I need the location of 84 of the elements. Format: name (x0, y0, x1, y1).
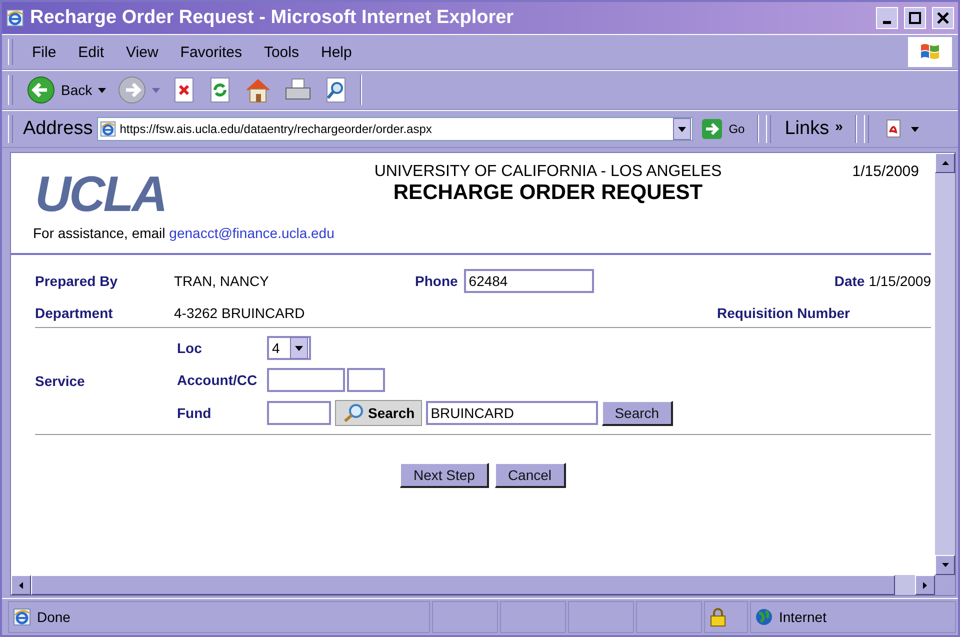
menu-item[interactable]: File (23, 42, 66, 62)
field-label: Date (834, 273, 865, 289)
dropdown-button[interactable] (290, 337, 308, 359)
next-step-button[interactable]: Next Step (400, 463, 489, 488)
field-value: TRAN, NANCY (174, 273, 270, 289)
dropdown-button[interactable] (672, 118, 691, 140)
fund-name-field[interactable]: BRUINCARD (426, 401, 598, 425)
refresh-icon (208, 77, 232, 103)
flag-icon (919, 42, 941, 62)
loc-select[interactable]: 4 (267, 336, 311, 360)
left-arrow-icon (19, 582, 23, 588)
search-icon (342, 403, 364, 423)
caret-icon (295, 346, 303, 350)
chevron-text: » (835, 118, 843, 134)
scroll-right-button[interactable] (915, 575, 935, 595)
field-label: Service (35, 373, 86, 389)
print-preview-icon (324, 77, 348, 103)
status-pane (636, 601, 702, 633)
scroll-down-button[interactable] (935, 555, 955, 575)
close-button[interactable] (932, 7, 954, 29)
address-label: Address (23, 118, 93, 140)
search-button[interactable]: Search (335, 400, 422, 426)
email-link[interactable]: genacct@finance.ucla.edu (169, 225, 334, 241)
status-pane (432, 601, 498, 633)
globe-icon (755, 608, 773, 626)
down-arrow-icon (942, 563, 948, 567)
scroll-left-button[interactable] (11, 575, 31, 595)
search-button[interactable]: Search (602, 400, 674, 426)
go-label: Go (728, 122, 745, 136)
field-value: 1/15/2009 (868, 273, 931, 289)
cancel-button[interactable]: Cancel (494, 463, 566, 488)
cc-field[interactable] (347, 368, 385, 392)
menu-item[interactable]: View (117, 42, 168, 62)
vertical-scrollbar[interactable] (935, 153, 955, 575)
ucla-logo: UCLA (35, 169, 167, 219)
caret-icon (678, 126, 686, 132)
url-text: https://fsw.ais.ucla.edu/dataentry/rechargeorder/order.aspx (120, 122, 433, 136)
address-field[interactable]: https://fsw.ais.ucla.edu/dataentry/rechargeorder/order.aspx (96, 117, 693, 141)
assistance-text: For assistance, email genacct@finance.ucla.edu (11, 225, 931, 255)
status-pane (568, 601, 634, 633)
field-label: Requisition Number (717, 305, 852, 321)
university-name: UNIVERSITY OF CALIFORNIA - LOS ANGELES (374, 163, 722, 181)
field-label: Prepared By (35, 273, 118, 289)
account-field[interactable] (267, 368, 345, 392)
menu-item[interactable]: Tools (254, 42, 308, 62)
right-arrow-icon (923, 582, 927, 588)
maximize-icon (909, 12, 921, 24)
field-label: Department (35, 305, 114, 321)
close-icon (937, 12, 949, 24)
minimize-button[interactable] (876, 7, 898, 29)
ie-icon (6, 9, 24, 27)
links-button[interactable]: Links » (780, 116, 847, 142)
ie-icon (13, 608, 31, 626)
scrollbar-corner (935, 575, 955, 595)
menu-item[interactable]: Help (312, 42, 361, 62)
menu-item[interactable]: Edit (69, 42, 114, 62)
select-value: 4 (272, 340, 280, 356)
field-value: 4-3262 BRUINCARD (174, 305, 306, 321)
status-text: Done (37, 609, 70, 625)
window-title: Recharge Order Request - Microsoft Internet Explorer (30, 7, 515, 29)
zone-text: Internet (779, 609, 826, 625)
phone-field[interactable]: 62484 (464, 269, 594, 293)
minimize-icon (883, 20, 891, 24)
caret-icon (152, 88, 160, 92)
scroll-up-button[interactable] (935, 153, 955, 173)
field-label: Fund (177, 405, 212, 421)
field-label: Loc (177, 340, 203, 356)
padlock-icon (709, 607, 727, 627)
go-button[interactable]: Go (696, 116, 749, 142)
field-label: Phone (415, 273, 458, 289)
menu-item[interactable]: Favorites (171, 42, 251, 62)
page-date: 1/15/2009 (851, 163, 920, 180)
field-label: Account/CC (177, 372, 258, 388)
home-icon (244, 77, 272, 103)
caret-icon (910, 126, 919, 132)
stop-icon (172, 77, 196, 103)
fund-field[interactable] (267, 401, 331, 425)
page-heading: RECHARGE ORDER REQUEST (393, 181, 703, 205)
back-button[interactable]: Back (23, 74, 110, 106)
maximize-button[interactable] (904, 7, 926, 29)
ie-icon (100, 121, 116, 137)
caret-icon (98, 88, 106, 92)
status-pane (500, 601, 566, 633)
up-arrow-icon (942, 161, 948, 165)
